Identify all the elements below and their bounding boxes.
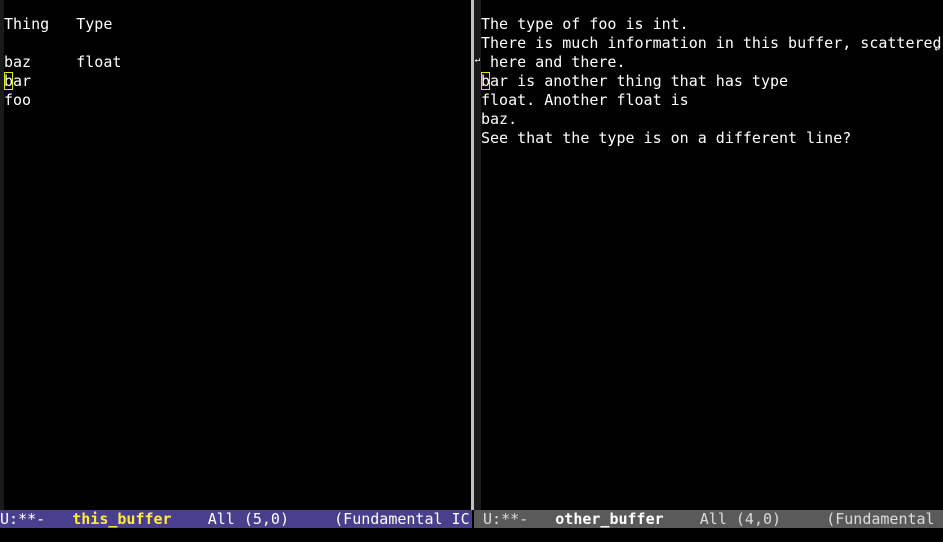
buffer-line: baz. [481, 110, 518, 128]
buffer-line: Thing Type [4, 15, 113, 33]
minibuffer[interactable] [0, 528, 943, 542]
text-cursor: b [4, 72, 14, 90]
modeline-major-mode[interactable]: (Fundamental IC [826, 510, 943, 528]
buffer-line-with-cursor: bar [4, 72, 32, 90]
buffer-line: There is much information in this buffer… [481, 34, 942, 52]
line-wrap-icon: ↲ [934, 41, 941, 54]
right-buffer-text[interactable]: The type of foo is int. There is much in… [481, 15, 942, 148]
buffer-line [4, 34, 121, 53]
buffer-line-with-cursor: bar is another thing that has type [481, 72, 789, 90]
buffer-line: here and there. [481, 53, 626, 71]
continuation-arrow-icon: ↵ [474, 55, 481, 65]
text-cursor: b [481, 72, 491, 90]
buffer-line: See that the type is on a different line… [481, 129, 852, 147]
buffer-line: foo [4, 91, 32, 109]
mode-line-active[interactable]: U:**- this_buffer All (5,0) (Fundamental… [0, 510, 472, 528]
modeline-buffer-name[interactable]: other_buffer [555, 510, 663, 528]
modeline-status: U:**- [0, 510, 46, 528]
buffer-line: float. Another float is [481, 91, 689, 109]
buffer-line: baz float [4, 53, 122, 71]
modeline-status: U:**- [483, 510, 529, 528]
right-fringe [474, 0, 481, 510]
modeline-major-mode[interactable]: (Fundamental IC [334, 510, 469, 528]
left-buffer-text[interactable]: Thing Type baz float bar foo [4, 15, 121, 110]
right-window[interactable]: The type of foo is int. There is much in… [481, 0, 943, 510]
buffer-line: The type of foo is int. [481, 15, 689, 33]
modeline-position: All (4,0) [699, 510, 782, 528]
modeline-position: All (5,0) [207, 510, 289, 528]
mode-line-inactive[interactable]: U:**- other_buffer All (4,0) (Fundamenta… [474, 510, 943, 528]
modeline-buffer-name[interactable]: this_buffer [72, 510, 171, 528]
left-window[interactable]: Thing Type baz float bar foo [4, 0, 471, 510]
